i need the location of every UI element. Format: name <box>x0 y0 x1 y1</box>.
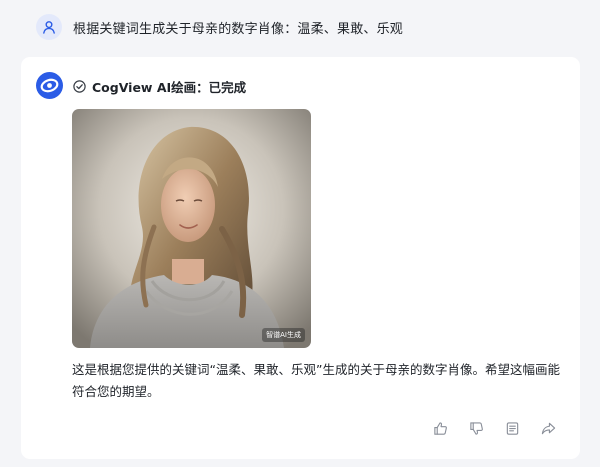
check-circle-icon <box>73 80 86 93</box>
portrait-illustration <box>72 109 311 348</box>
generation-status: CogView AI绘画：已完成 <box>73 77 246 96</box>
thumbs-down-button[interactable] <box>467 419 485 437</box>
response-text: 这是根据您提供的关键词“温柔、果敢、乐观”生成的关于母亲的数字肖像。希望这幅画能… <box>72 362 560 399</box>
thumbs-up-icon <box>433 421 447 435</box>
cogview-logo <box>36 72 63 99</box>
user-avatar <box>36 14 62 40</box>
generated-portrait-image[interactable]: 智谱AI生成 <box>72 109 311 348</box>
copy-icon <box>506 421 518 435</box>
ai-generated-badge: 智谱AI生成 <box>262 328 305 342</box>
status-text: CogView AI绘画：已完成 <box>92 80 247 95</box>
bot-response-card: CogView AI绘画：已完成 智谱AI生成 这是根据您提供的关键词“温柔、果… <box>21 57 580 459</box>
thumbs-down-icon <box>469 421 483 435</box>
thumbs-up-button[interactable] <box>431 419 449 437</box>
share-icon <box>541 422 555 434</box>
message-actions <box>431 419 575 437</box>
user-prompt-text: 根据关键词生成关于母亲的数字肖像：温柔、果敢、乐观 <box>73 21 404 37</box>
user-message: 根据关键词生成关于母亲的数字肖像：温柔、果敢、乐观 <box>36 14 403 40</box>
share-button[interactable] <box>539 419 557 437</box>
copy-button[interactable] <box>503 419 521 437</box>
user-icon <box>43 21 55 34</box>
